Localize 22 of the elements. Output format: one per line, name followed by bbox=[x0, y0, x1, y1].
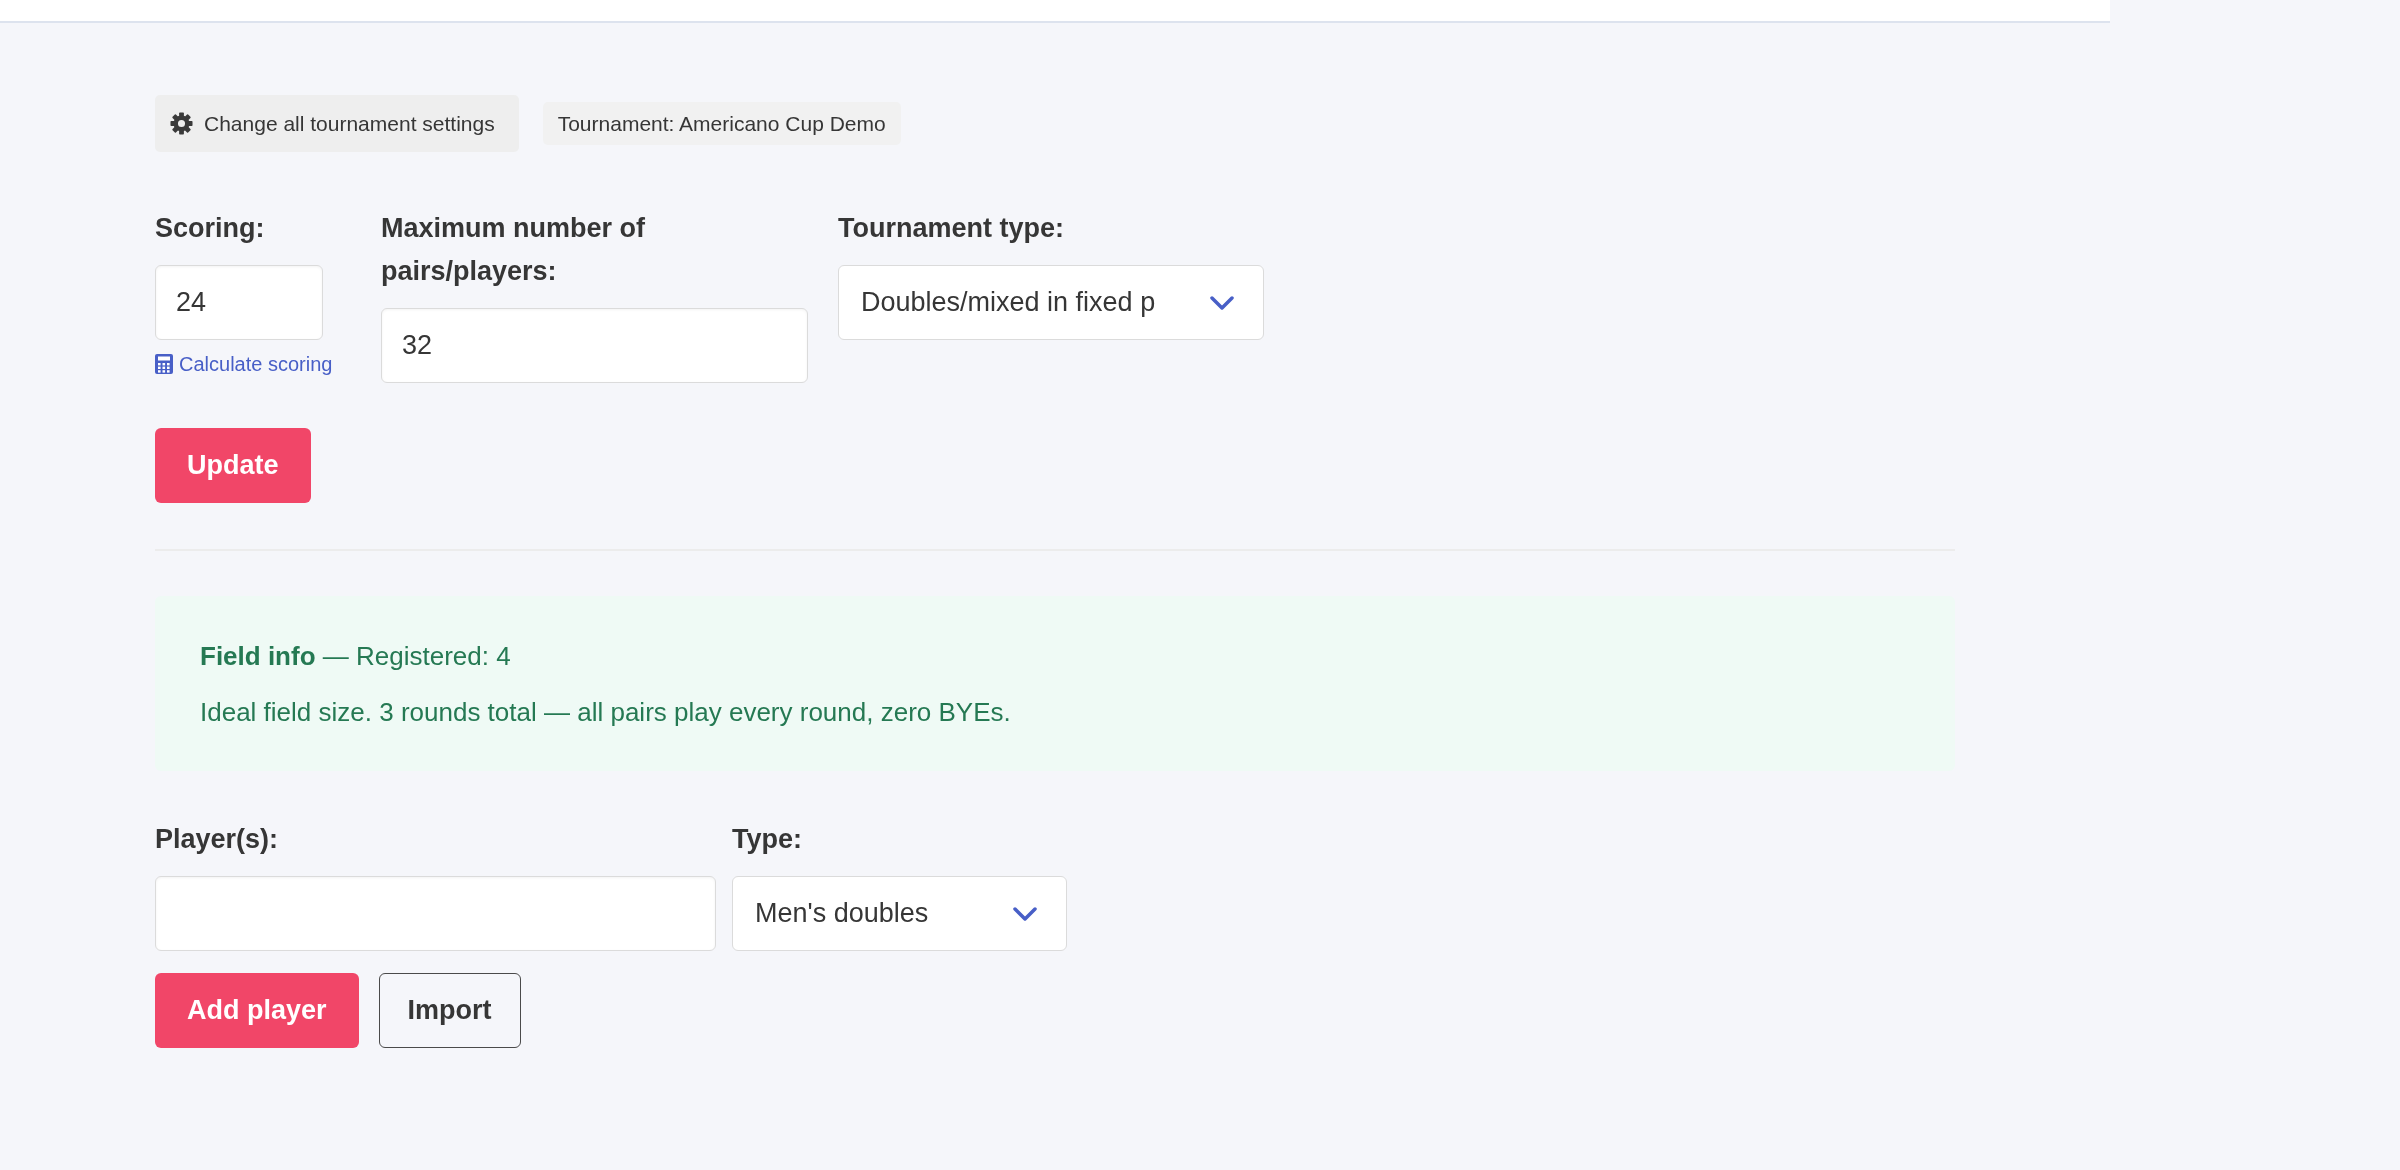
field-label: Scoring: bbox=[155, 212, 265, 245]
tournament-tag: Tournament: Americano Cup Demo bbox=[542, 102, 901, 145]
dropdown-select[interactable]: Doubles/mixed in fixed p bbox=[838, 265, 1264, 340]
add-button[interactable]: Add player bbox=[155, 973, 359, 1048]
field-label: Tournament type: bbox=[838, 212, 1064, 245]
settings-button[interactable]: Change all tournament settings bbox=[155, 95, 519, 152]
chevron-down-icon bbox=[1013, 906, 1037, 921]
import-button[interactable]: Import bbox=[378, 973, 521, 1048]
input-field[interactable]: 32 bbox=[381, 308, 808, 383]
settings-icon bbox=[170, 112, 193, 135]
dropdown-select[interactable]: Men's doubles bbox=[732, 876, 1067, 951]
update-button[interactable]: Update bbox=[155, 428, 311, 503]
field-label: Maximum number of pairs/players: bbox=[381, 212, 647, 288]
field-info-heading: Field info — Registered: 4 bbox=[200, 640, 512, 673]
field-info-message: Ideal field size. 3 rounds total — all pairs play every round, zero BYEs. bbox=[200, 696, 1012, 729]
chevron-down-icon bbox=[1210, 295, 1234, 310]
field-label: Player(s): bbox=[155, 823, 279, 856]
calculate-link[interactable]: Calculate scoring bbox=[155, 349, 333, 379]
input-field[interactable] bbox=[155, 876, 716, 951]
field-label: Type: bbox=[732, 823, 802, 856]
calculator-icon bbox=[155, 354, 173, 374]
input-field[interactable]: 24 bbox=[155, 265, 323, 340]
